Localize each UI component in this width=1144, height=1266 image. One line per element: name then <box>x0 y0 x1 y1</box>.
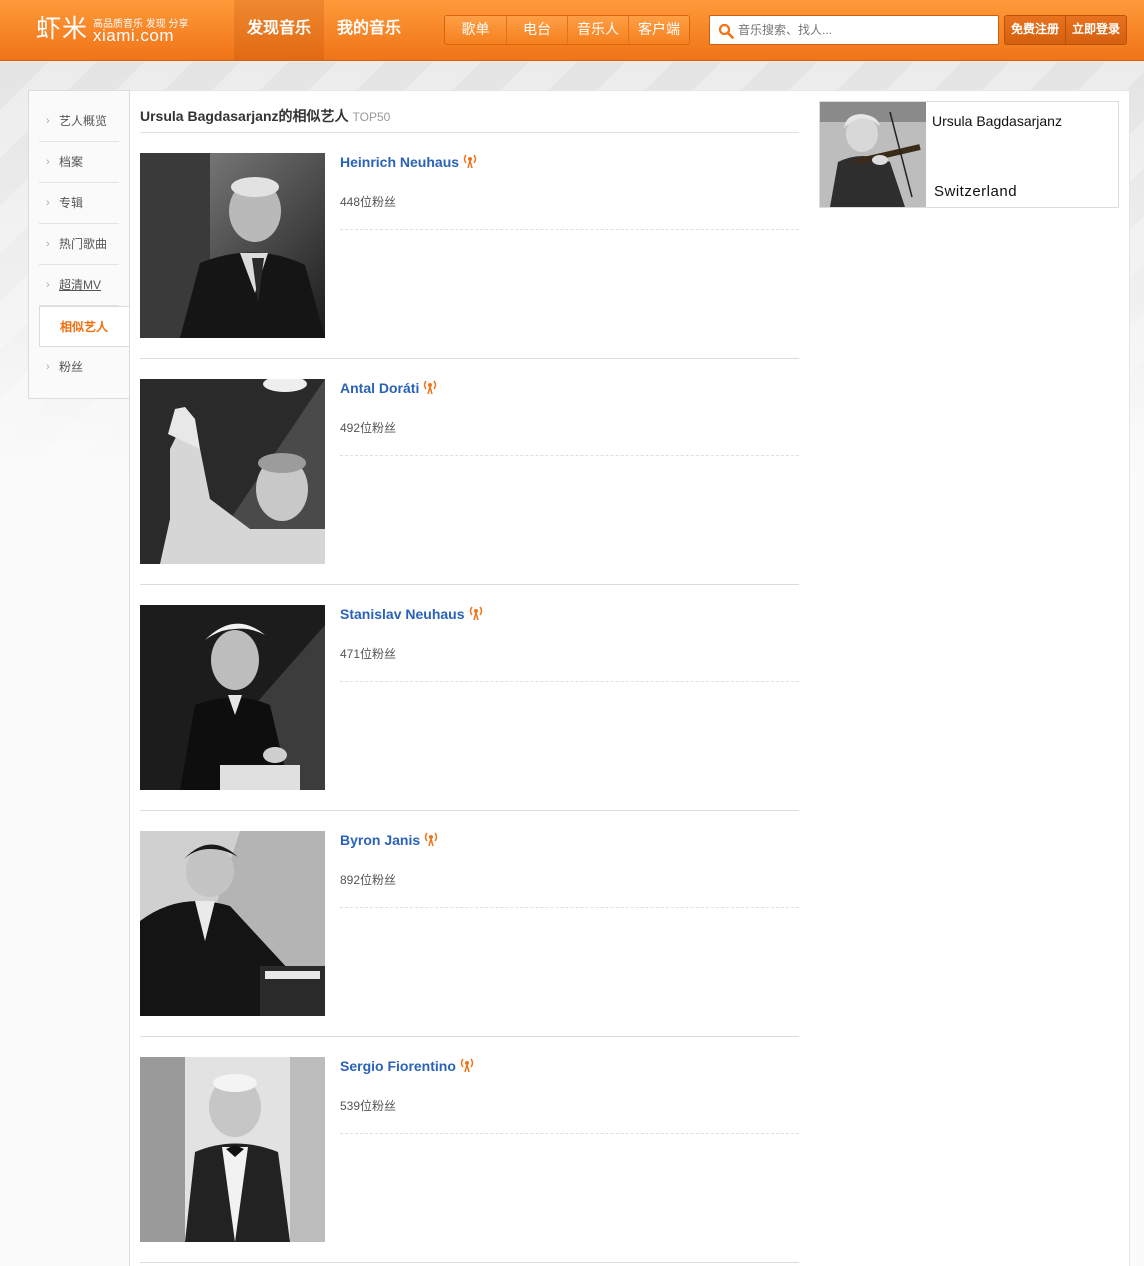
sidebar-item-similar-artists[interactable]: 相似艺人 <box>39 306 131 347</box>
artist-fan-count: 492位粉丝 <box>340 421 397 435</box>
sidebar-item-hot-songs[interactable]: › 热门歌曲 <box>39 224 119 265</box>
artist-name-link[interactable]: Byron Janis <box>340 831 438 849</box>
sidebar-item-mv[interactable]: › 超清MV <box>39 265 119 306</box>
sidebar-item-label: 相似艺人 <box>60 320 109 334</box>
search-input[interactable] <box>738 19 993 41</box>
main-nav: 发现音乐 我的音乐 <box>234 0 414 60</box>
artist-row: Byron Janis 892位粉丝 <box>140 831 799 1037</box>
site-header: 虾米 高品质音乐 发现 分享 xiami.com 发现音乐 我的音乐 歌单 电台… <box>0 0 1144 61</box>
artist-photo[interactable] <box>140 153 325 338</box>
artist-name-link[interactable]: Heinrich Neuhaus <box>340 153 477 171</box>
sub-nav-musicians[interactable]: 音乐人 <box>567 16 628 44</box>
search-icon[interactable] <box>718 23 734 39</box>
artist-row: Sergio Fiorentino 539位粉丝 <box>140 1057 799 1263</box>
page-title-subtitle: TOP50 <box>352 110 391 124</box>
radio-icon[interactable] <box>424 831 438 847</box>
radio-icon[interactable] <box>423 379 437 395</box>
artist-fan-count: 448位粉丝 <box>340 195 397 209</box>
chevron-right-icon: › <box>46 156 50 168</box>
artist-profile-country: Switzerland <box>934 183 1018 200</box>
artist-row: Heinrich Neuhaus 448位粉丝 <box>140 153 799 359</box>
sub-nav-client[interactable]: 客户端 <box>628 16 689 44</box>
artist-fan-count: 471位粉丝 <box>340 647 397 661</box>
sidebar-item-fans[interactable]: › 粉丝 <box>39 347 119 388</box>
artist-name-link[interactable]: Stanislav Neuhaus <box>340 605 483 623</box>
sidebar-item-overview[interactable]: › 艺人概览 <box>39 101 119 142</box>
dashed-divider <box>340 907 799 908</box>
artist-profile-photo[interactable] <box>820 102 926 207</box>
search-box <box>709 15 999 45</box>
artist-fan-count: 892位粉丝 <box>340 873 397 887</box>
sub-nav-playlists[interactable]: 歌单 <box>445 16 506 44</box>
artist-profile-name: Ursula Bagdasarjanz <box>932 113 1062 129</box>
radio-icon[interactable] <box>469 605 483 621</box>
sidebar-item-label: 超清MV <box>59 278 102 292</box>
sidebar-item-label: 专辑 <box>59 196 84 210</box>
sidebar-item-label: 档案 <box>59 155 84 169</box>
sub-nav: 歌单 电台 音乐人 客户端 <box>444 15 690 45</box>
page-title-text: Ursula Bagdasarjanz的相似艺人 <box>140 108 349 124</box>
chevron-right-icon: › <box>46 115 50 127</box>
dashed-divider <box>340 1133 799 1134</box>
artist-profile-card: Ursula Bagdasarjanz Switzerland <box>819 101 1119 208</box>
logo-domain: xiami.com <box>93 26 175 45</box>
artist-row: Antal Doráti 492位粉丝 <box>140 379 799 585</box>
register-button[interactable]: 免费注册 <box>1005 16 1065 44</box>
artist-photo[interactable] <box>140 379 325 564</box>
sidebar-item-albums[interactable]: › 专辑 <box>39 183 119 224</box>
sidebar-item-label: 艺人概览 <box>59 114 108 128</box>
auth-buttons: 免费注册 立即登录 <box>1004 15 1128 45</box>
radio-icon[interactable] <box>463 153 477 169</box>
sidebar-item-profile[interactable]: › 档案 <box>39 142 119 183</box>
dashed-divider <box>340 229 799 230</box>
logo-chinese: 虾米 <box>36 14 89 43</box>
sub-nav-radio[interactable]: 电台 <box>506 16 567 44</box>
sidebar-item-label: 粉丝 <box>59 360 84 374</box>
page-title: Ursula Bagdasarjanz的相似艺人 TOP50 <box>140 106 799 133</box>
artist-photo[interactable] <box>140 605 325 790</box>
dashed-divider <box>340 681 799 682</box>
chevron-right-icon: › <box>46 279 50 291</box>
main-nav-my-music[interactable]: 我的音乐 <box>324 0 414 60</box>
sidebar-item-label: 热门歌曲 <box>59 237 108 251</box>
dashed-divider <box>340 455 799 456</box>
chevron-right-icon: › <box>46 361 50 373</box>
artist-sidebar: › 艺人概览 › 档案 › 专辑 › 热门歌曲 › 超清MV 相似艺人 › 粉丝 <box>28 90 131 399</box>
chevron-right-icon: › <box>46 197 50 209</box>
radio-icon[interactable] <box>460 1057 474 1073</box>
chevron-right-icon: › <box>46 238 50 250</box>
artist-name-link[interactable]: Sergio Fiorentino <box>340 1057 474 1075</box>
artist-photo[interactable] <box>140 831 325 1016</box>
artist-photo[interactable] <box>140 1057 325 1242</box>
artist-row: Stanislav Neuhaus 471位粉丝 <box>140 605 799 811</box>
artist-fan-count: 539位粉丝 <box>340 1099 397 1113</box>
artist-name-link[interactable]: Antal Doráti <box>340 379 437 397</box>
main-nav-discover[interactable]: 发现音乐 <box>234 0 325 60</box>
login-button[interactable]: 立即登录 <box>1065 16 1126 44</box>
